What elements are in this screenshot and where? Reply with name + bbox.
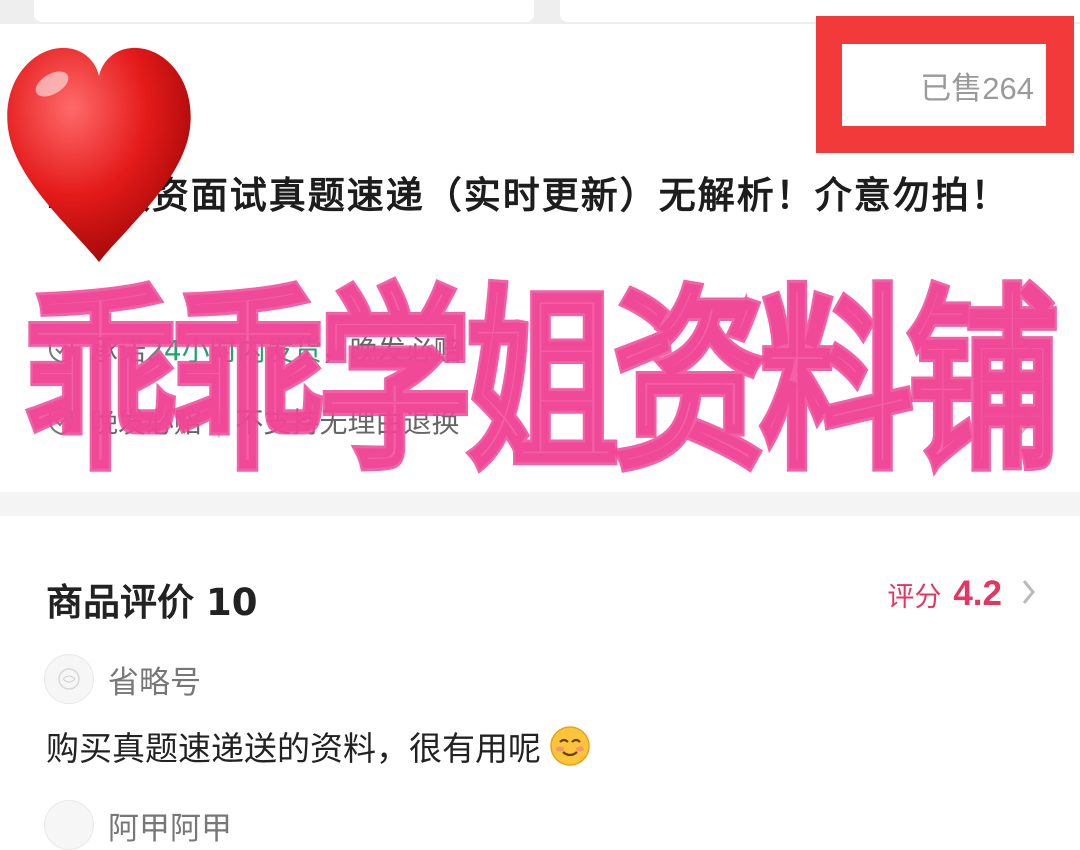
reviews-header: 商品评价 10 [46, 572, 258, 626]
promise-row-policy[interactable]: 晚发必赔 | 不支持无理由退换 [46, 398, 1036, 444]
heart-icon [7, 47, 191, 262]
rating-label: 评分 [887, 581, 942, 613]
reviewer-name: 阿甲阿甲 [108, 810, 232, 847]
reviewer-name: 省略号 [108, 664, 201, 701]
reviews-header-label: 商品评价 [46, 581, 194, 624]
shield-check-icon [46, 333, 76, 365]
review-content: 购买真题速递送的资料，很有用呢 [46, 729, 541, 768]
promise-suffix: 不支持无理由退换 [235, 406, 460, 439]
section-divider [0, 492, 1080, 516]
sold-count: 已售264 [842, 44, 1046, 126]
promise-separator: | [214, 404, 224, 438]
reviewer[interactable]: 阿甲阿甲 [44, 800, 232, 850]
chevron-right-icon[interactable] [1016, 404, 1036, 445]
promise-highlight: 24小时内发货 [146, 334, 322, 367]
avatar[interactable] [44, 654, 94, 704]
reviewer[interactable]: 省略号 [44, 654, 201, 704]
shield-check-icon [46, 405, 76, 437]
review-text: 购买真题速递送的资料，很有用呢 [46, 722, 591, 770]
rating-link[interactable]: 评分 4.2 [887, 574, 1038, 614]
chevron-right-icon [1020, 577, 1038, 611]
promise-suffix: ，晚发必赔 [321, 334, 462, 367]
watermark-text: 乖乖学姐资料铺 [24, 269, 1055, 497]
reviews-count: 10 [206, 581, 258, 624]
product-card-left[interactable] [34, 0, 534, 22]
chevron-right-icon[interactable] [1016, 332, 1036, 373]
sold-count-highlight-frame: 已售264 [816, 16, 1074, 153]
avatar[interactable] [44, 800, 94, 850]
smiling-face-emoji [549, 725, 591, 767]
promise-prefix: 晚发必赔 [90, 406, 203, 439]
promise-row-delivery[interactable]: 承诺 24小时内发货 ，晚发必赔 [46, 326, 1036, 372]
rating-score: 4.2 [953, 574, 1002, 613]
promise-prefix: 承诺 [90, 334, 147, 367]
